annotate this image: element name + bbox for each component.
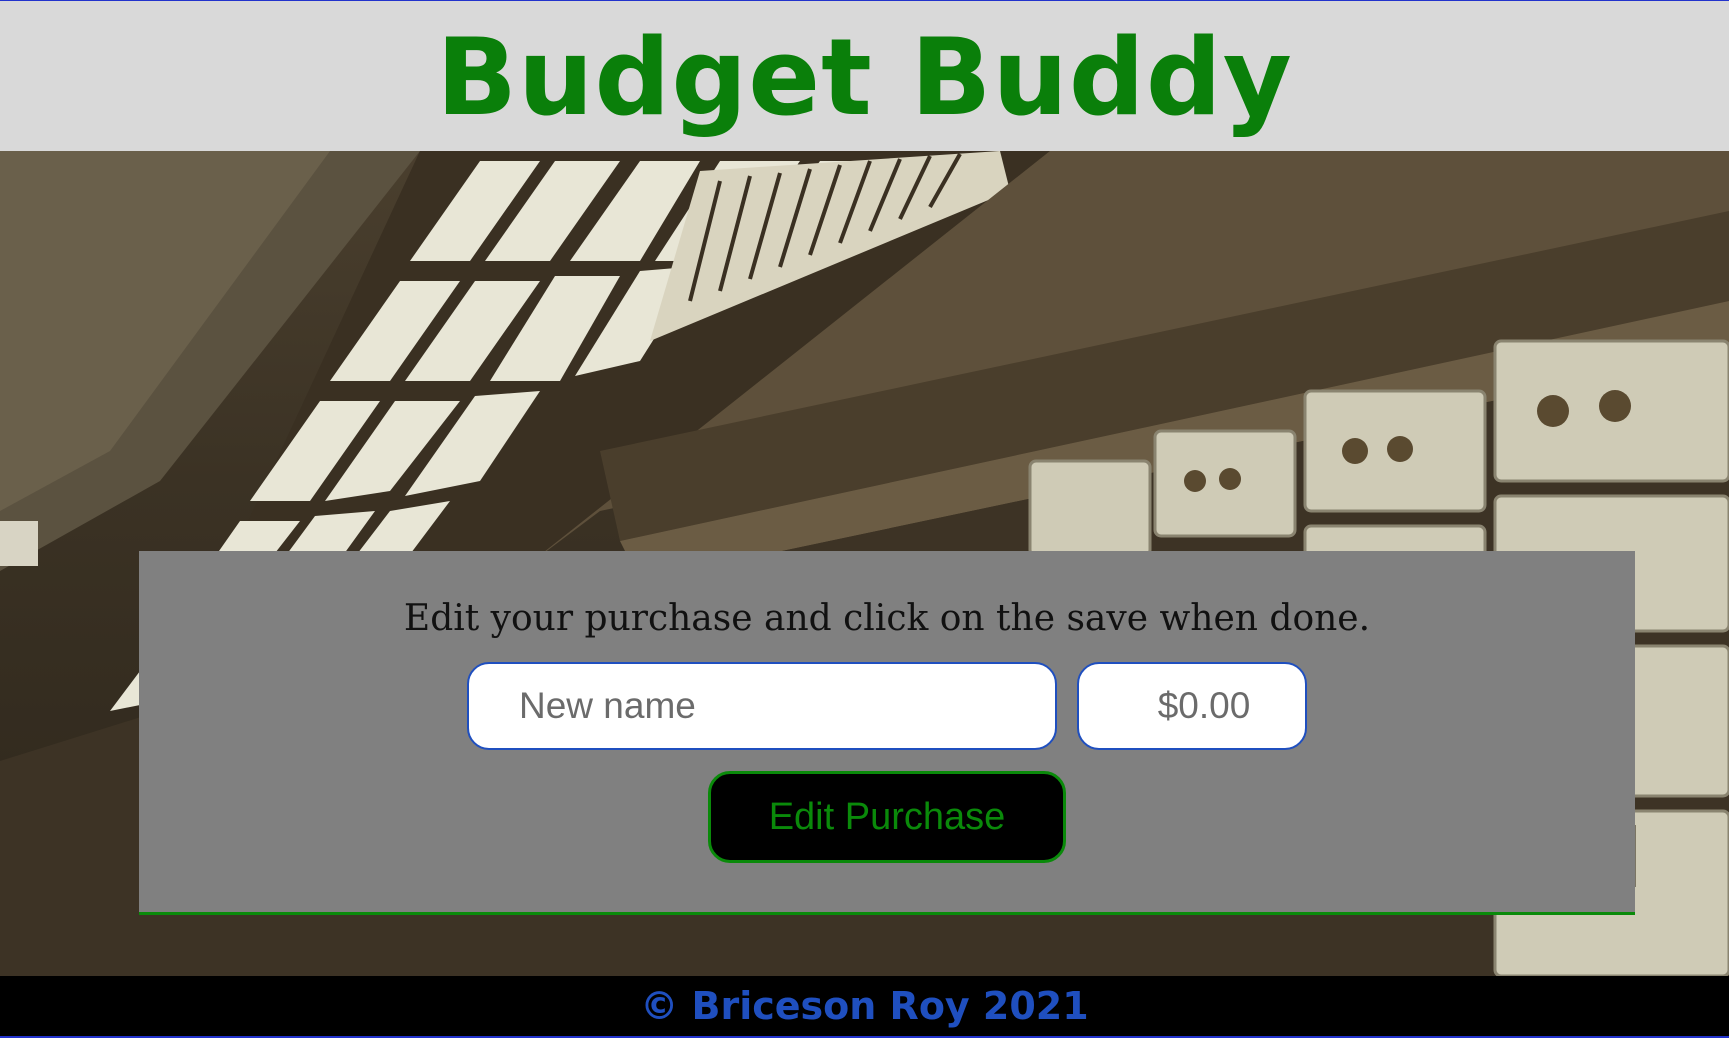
site-title: Budget Buddy bbox=[436, 16, 1293, 139]
edit-instructions: Edit your purchase and click on the save… bbox=[403, 598, 1371, 639]
purchase-name-input[interactable] bbox=[467, 662, 1057, 750]
site-header: Budget Buddy bbox=[0, 0, 1729, 151]
edit-purchase-card: Edit your purchase and click on the save… bbox=[139, 551, 1635, 915]
copyright-text: © Briceson Roy 2021 bbox=[640, 984, 1089, 1028]
edit-purchase-button[interactable]: Edit Purchase bbox=[708, 771, 1066, 863]
site-footer: © Briceson Roy 2021 bbox=[0, 976, 1729, 1038]
purchase-price-input[interactable] bbox=[1077, 662, 1307, 750]
